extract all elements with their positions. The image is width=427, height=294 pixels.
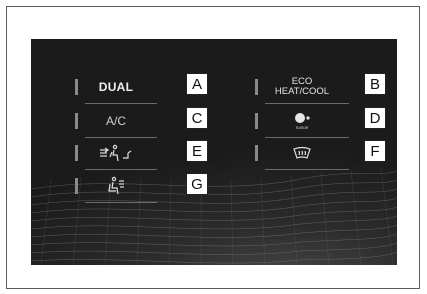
indicator-bar [255, 113, 258, 129]
divider [265, 169, 349, 170]
indicator-bar [255, 145, 258, 161]
callout-c: C [186, 107, 208, 129]
divider [85, 169, 157, 170]
divider [85, 202, 157, 203]
ac-label: A/C [105, 114, 126, 128]
nanoe-label: nanoe [295, 125, 309, 130]
climate-control-screen: DUAL ECO HEAT/COOL A/C nanoe [31, 39, 397, 265]
divider [85, 137, 157, 138]
divider [85, 103, 157, 104]
callout-a: A [186, 73, 208, 95]
divider [265, 103, 349, 104]
airflow-mode-icon [98, 143, 134, 163]
indicator-bar [75, 145, 78, 161]
ac-button[interactable]: A/C [75, 108, 157, 138]
eco-heat-cool-button[interactable]: ECO HEAT/COOL [255, 74, 349, 104]
indicator-bar [75, 79, 78, 95]
windshield-defroster-icon [292, 146, 312, 160]
seat-air-button[interactable] [75, 173, 157, 203]
callout-e: E [186, 140, 208, 162]
airflow-mode-button[interactable] [75, 140, 157, 170]
callout-b: B [364, 73, 386, 95]
eco-label-line2: HEAT/COOL [274, 86, 330, 97]
nanoe-button[interactable]: nanoe [255, 108, 349, 138]
dual-button[interactable]: DUAL [75, 74, 157, 104]
indicator-bar [75, 113, 78, 129]
eco-label: ECO HEAT/COOL [275, 77, 329, 97]
divider [265, 137, 349, 138]
windshield-defroster-button[interactable] [255, 140, 349, 170]
nanoe-icon: nanoe [293, 112, 311, 130]
dual-label: DUAL [98, 80, 134, 94]
callout-d: D [364, 107, 386, 129]
callout-g: G [186, 173, 208, 195]
callout-f: F [364, 140, 386, 162]
indicator-bar [75, 178, 78, 194]
indicator-bar [255, 79, 258, 95]
seat-air-icon [105, 176, 127, 196]
